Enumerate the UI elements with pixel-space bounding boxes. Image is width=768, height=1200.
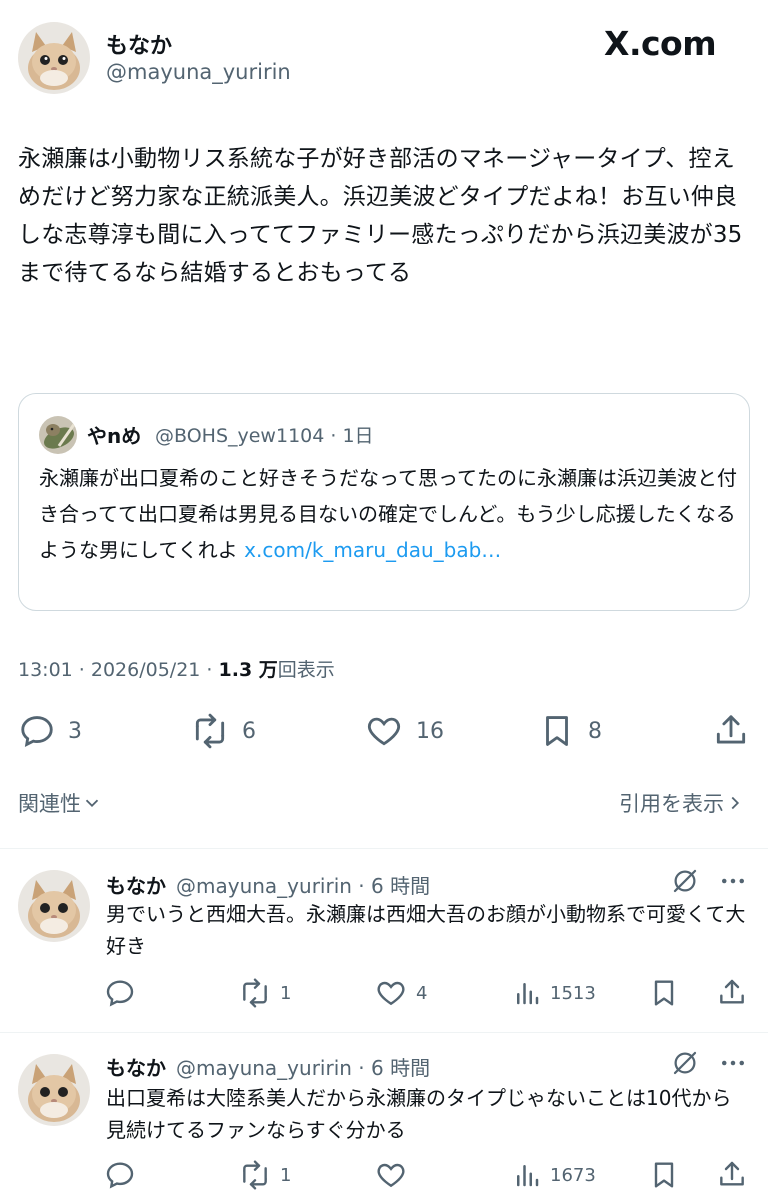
tweet-text: 永瀬廉は小動物リス系統な子が好き部活のマネージャータイプ、控えめだけど努力家な正… xyxy=(18,146,743,286)
reply-button[interactable]: 3 xyxy=(18,710,82,752)
quoted-tweet[interactable]: やnめ @BOHS_yew1104 · 1日 永瀬廉が出口夏希のこと好きそうだな… xyxy=(18,393,750,611)
more-options-icon[interactable] xyxy=(718,1048,748,1078)
reply-icon xyxy=(21,716,53,747)
reply-avatar[interactable] xyxy=(18,1054,90,1126)
divider xyxy=(0,1032,768,1033)
reply-text: 男でいうと西畑大吾。永瀬廉は西畑大吾のお顔が小動物系で可愛くて大好き xyxy=(106,902,746,958)
repost-count: 1 xyxy=(280,1164,292,1186)
reply-header: もなか @mayuna_yuririn · 6 時間 xyxy=(106,1052,430,1081)
like-count: 16 xyxy=(416,718,444,744)
view-quotes-label: 引用を表示 xyxy=(619,792,724,816)
view-quotes-link[interactable]: 引用を表示 xyxy=(619,788,746,818)
quoted-author-name[interactable]: やnめ xyxy=(87,420,141,449)
heart-icon xyxy=(377,981,405,1006)
share-icon xyxy=(720,1161,744,1186)
reply-author-handle[interactable]: @mayuna_yuririn · 6 時間 xyxy=(176,870,430,899)
reply-repost-button[interactable]: 1 xyxy=(238,1158,291,1192)
reply-bookmark-button[interactable] xyxy=(648,1158,680,1192)
reply-share-button[interactable] xyxy=(716,1158,748,1192)
views-count: 1513 xyxy=(550,982,596,1004)
reply-author-name[interactable]: もなか xyxy=(106,1052,166,1081)
reply-header: もなか @mayuna_yuririn · 6 時間 xyxy=(106,870,430,899)
share-icon xyxy=(720,979,744,1004)
bookmark-count: 8 xyxy=(588,718,602,744)
bookmark-icon xyxy=(654,1162,674,1188)
share-button[interactable] xyxy=(712,710,750,752)
repost-button[interactable]: 6 xyxy=(190,710,256,752)
reply-bookmark-button[interactable] xyxy=(648,976,680,1010)
grok-icon[interactable] xyxy=(670,866,700,896)
tweet-timestamp[interactable]: 13:01 · 2026/05/21 · xyxy=(18,659,219,681)
bookmark-icon xyxy=(654,980,674,1006)
heart-icon xyxy=(367,717,401,746)
reply-author-handle[interactable]: @mayuna_yuririn · 6 時間 xyxy=(176,1052,430,1081)
reply-reply-button[interactable] xyxy=(104,1158,136,1192)
repost-icon xyxy=(195,713,225,749)
sort-label: 関連性 xyxy=(18,792,81,816)
reply-count: 3 xyxy=(68,718,82,744)
reply-repost-button[interactable]: 1 xyxy=(238,976,291,1010)
reply-like-button[interactable] xyxy=(374,1158,408,1192)
author-handle[interactable]: @mayuna_yuririn xyxy=(106,60,291,84)
like-button[interactable]: 16 xyxy=(364,710,444,752)
reply-views-button[interactable]: 1513 xyxy=(512,976,596,1010)
author-name[interactable]: もなか xyxy=(106,28,172,60)
chevron-down-icon xyxy=(85,799,99,808)
reply-like-button[interactable]: 4 xyxy=(374,976,427,1010)
sort-relevance-dropdown[interactable]: 関連性 xyxy=(18,788,103,818)
avatar[interactable] xyxy=(18,22,90,94)
analytics-icon xyxy=(517,983,539,1005)
reply-icon xyxy=(106,1162,134,1189)
view-label: 回表示 xyxy=(277,659,335,681)
chevron-right-icon xyxy=(731,796,740,810)
tweet-meta: 13:01 · 2026/05/21 · 1.3 万回表示 xyxy=(18,655,335,682)
repost-icon xyxy=(243,1160,267,1190)
repost-count: 1 xyxy=(280,982,292,1004)
quoted-link[interactable]: x.com/k_maru_dau_bab… xyxy=(244,538,501,562)
x-logo: X.com xyxy=(604,24,717,63)
reply-text: 出口夏希は大陸系美人だから永瀬廉のタイプじゃないことは10代から見続けてるファン… xyxy=(106,1086,732,1142)
view-count: 1.3 万 xyxy=(218,659,278,681)
repost-count: 6 xyxy=(242,718,256,744)
reply-author-name[interactable]: もなか xyxy=(106,870,166,899)
bookmark-icon xyxy=(546,716,568,746)
more-options-icon[interactable] xyxy=(718,866,748,896)
reply-views-button[interactable]: 1673 xyxy=(512,1158,596,1192)
like-count: 4 xyxy=(416,982,428,1004)
grok-icon[interactable] xyxy=(670,1048,700,1078)
divider xyxy=(0,848,768,849)
analytics-icon xyxy=(517,1165,539,1187)
reply-icon xyxy=(106,980,134,1007)
quoted-avatar[interactable] xyxy=(39,416,77,454)
reply-share-button[interactable] xyxy=(716,976,748,1010)
reply-avatar[interactable] xyxy=(18,870,90,942)
views-count: 1673 xyxy=(550,1164,596,1186)
repost-icon xyxy=(243,978,267,1008)
heart-icon xyxy=(377,1163,405,1188)
share-icon xyxy=(716,715,746,744)
quoted-author-handle[interactable]: @BOHS_yew1104 · 1日 xyxy=(155,421,374,448)
bookmark-button[interactable]: 8 xyxy=(538,710,602,752)
quoted-text: 永瀬廉が出口夏希のこと好きそうだなって思ってたのに永瀬廉は浜辺美波と付き合ってて… xyxy=(39,460,739,568)
reply-reply-button[interactable] xyxy=(104,976,136,1010)
